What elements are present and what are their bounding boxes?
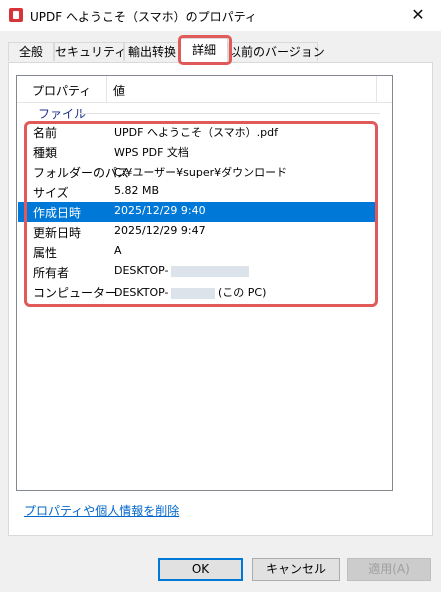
column-divider[interactable] [376, 76, 377, 102]
tab-previous-versions[interactable]: 以前のバージョン [228, 42, 325, 61]
details-tab-highlight [178, 35, 232, 65]
column-divider[interactable] [106, 76, 107, 102]
apply-button[interactable]: 適用(A) [347, 558, 431, 581]
group-divider [80, 113, 380, 114]
rows-highlight [24, 121, 378, 307]
pdf-app-icon [9, 8, 23, 22]
column-header-value[interactable]: 値 [113, 82, 125, 99]
window-title: UPDF へようこそ（スマホ）のプロパティ [30, 10, 257, 24]
tab-security[interactable]: セキュリティ [54, 42, 126, 61]
title-bar: UPDF へようこそ（スマホ）のプロパティ ✕ [0, 0, 441, 31]
remove-properties-link[interactable]: プロパティや個人情報を削除 [24, 502, 179, 519]
group-label-file: ファイル [38, 107, 87, 121]
tab-export-convert[interactable]: 輸出转换 [124, 42, 180, 61]
list-header: プロパティ 値 [17, 76, 392, 103]
tab-general[interactable]: 全般 [8, 42, 54, 61]
column-header-property[interactable]: プロパティ [32, 82, 91, 99]
close-button[interactable]: ✕ [395, 0, 441, 31]
ok-button[interactable]: OK [158, 558, 243, 581]
cancel-button[interactable]: キャンセル [252, 558, 340, 581]
